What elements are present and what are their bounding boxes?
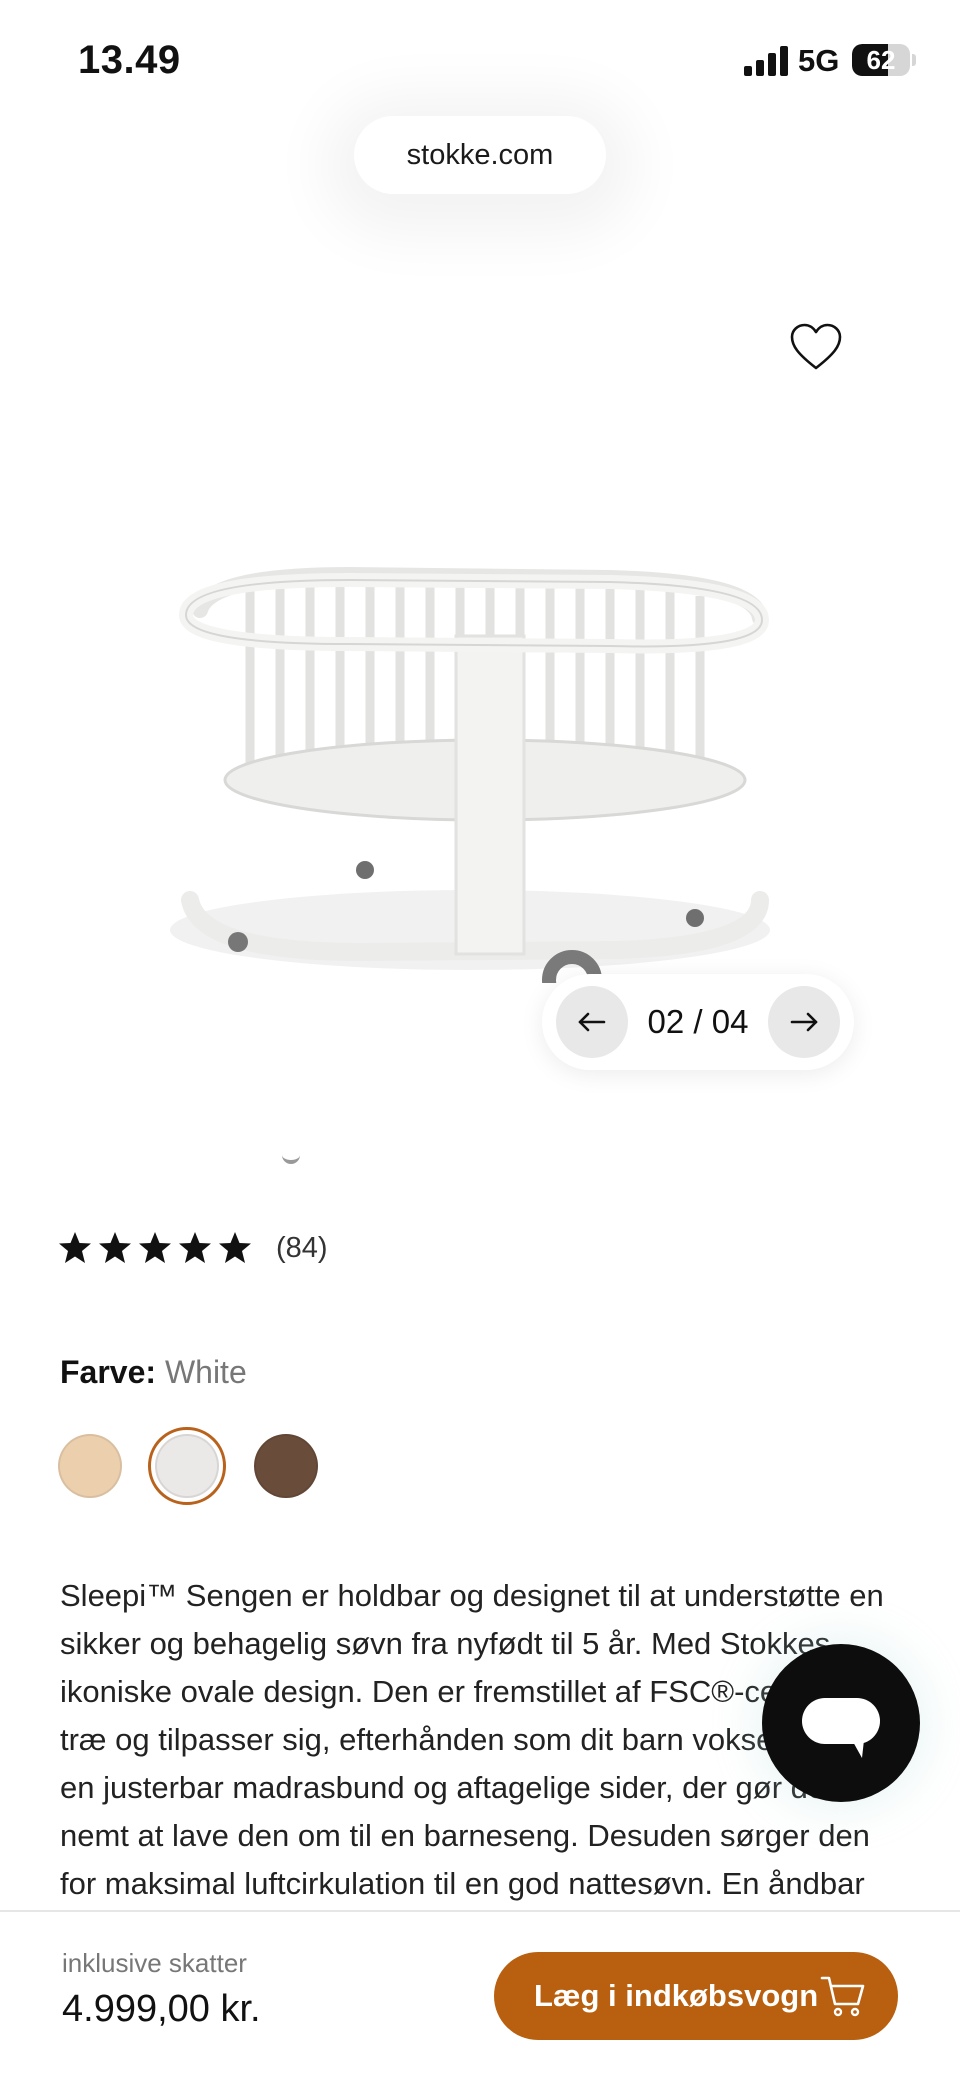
chat-bubble-icon: [802, 1698, 880, 1758]
price: 4.999,00 kr.: [62, 1988, 261, 2030]
description-line: sikker og behagelig søvn fra nyfødt til …: [60, 1626, 831, 1661]
url-text: stokke.com: [406, 139, 554, 171]
product-rating[interactable]: (84): [58, 1228, 328, 1268]
add-to-cart-label: Læg i indkøbsvogn: [534, 1978, 819, 2013]
color-label-key: Farve:: [60, 1354, 157, 1390]
gallery-prev-button[interactable]: [556, 986, 628, 1058]
gallery-controls: 02 / 04: [542, 974, 854, 1070]
description-line: træ og tilpasser sig, efterhånden som di…: [60, 1722, 860, 1757]
battery-icon: 62: [852, 44, 910, 76]
star-icon: [219, 1232, 251, 1263]
description-line: Sleepi™ Sengen er holdbar og designet ti…: [60, 1578, 884, 1613]
color-swatch-white[interactable]: [155, 1434, 219, 1498]
product-image-crib: [170, 566, 770, 970]
gallery-counter: 02 / 04: [647, 1003, 749, 1040]
rating-stars: [58, 1231, 252, 1265]
arrow-left-icon: [578, 1012, 606, 1032]
star-icon: [99, 1232, 131, 1263]
network-type: 5G: [798, 43, 840, 78]
battery-tip: [912, 54, 916, 66]
cutoff-text-fragment: [282, 1150, 300, 1164]
star-icon: [139, 1232, 171, 1263]
gallery-next-button[interactable]: [768, 986, 840, 1058]
chat-button[interactable]: [762, 1644, 920, 1802]
battery-percent: 62: [866, 45, 896, 75]
add-to-cart-button[interactable]: Læg i indkøbsvogn: [494, 1952, 898, 2040]
status-time: 13.49: [78, 38, 181, 82]
arrow-right-icon: [790, 1012, 818, 1032]
shopping-cart-icon: [820, 1976, 865, 2017]
description-line: en justerbar madrasbund og aftagelige si…: [60, 1770, 834, 1805]
star-icon: [179, 1232, 211, 1263]
star-icon: [59, 1232, 91, 1263]
color-swatch-walnut[interactable]: [254, 1434, 318, 1498]
tax-label: inklusive skatter: [62, 1948, 247, 1978]
color-swatch-natural[interactable]: [58, 1434, 122, 1498]
url-bar[interactable]: stokke.com: [354, 116, 606, 194]
description-line: nemt at lave den om til en barneseng. De…: [60, 1818, 870, 1853]
purchase-bar: inklusive skatter 4.999,00 kr. Læg i ind…: [0, 1910, 960, 2080]
cellular-signal-icon: [744, 46, 788, 76]
color-label: Farve: White: [60, 1354, 247, 1391]
status-bar: 13.49 5G 62: [0, 0, 960, 120]
review-count: (84): [276, 1231, 328, 1264]
description-line: for maksimal luftcirkulation til en god …: [60, 1866, 865, 1901]
heart-icon[interactable]: [788, 320, 844, 376]
color-label-value: White: [164, 1354, 247, 1390]
